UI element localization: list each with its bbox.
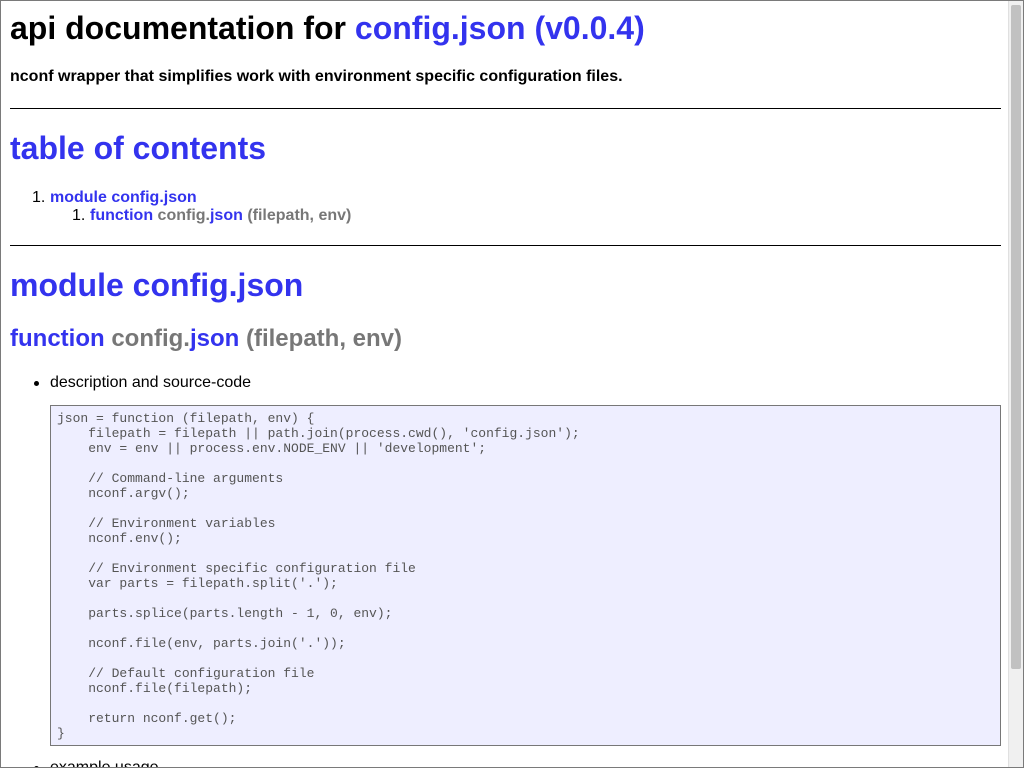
toc-heading[interactable]: table of contents bbox=[10, 130, 266, 166]
function-heading[interactable]: function config.json (filepath, env) bbox=[10, 325, 402, 353]
function-name-prefix: config. bbox=[111, 325, 190, 352]
module-heading[interactable]: module config.json bbox=[10, 267, 303, 303]
toc-function-name: json bbox=[209, 207, 243, 224]
package-description: nconf wrapper that simplifies work with … bbox=[10, 68, 623, 85]
page-title-prefix: api documentation for bbox=[10, 10, 355, 46]
divider bbox=[10, 245, 1001, 246]
example-usage-label: example usage bbox=[50, 759, 159, 768]
bullet-icon bbox=[34, 381, 39, 386]
toc-item-function[interactable]: function config.json (filepath, env) bbox=[90, 206, 351, 225]
package-version-link[interactable]: config.json (v0.0.4) bbox=[355, 10, 645, 46]
function-signature: (filepath, env) bbox=[245, 325, 402, 352]
vertical-scrollbar[interactable] bbox=[1008, 1, 1023, 767]
toc-function-signature: (filepath, env) bbox=[247, 207, 352, 224]
description-label: description and source-code bbox=[50, 374, 252, 391]
divider bbox=[10, 108, 1001, 109]
page-title: api documentation for config.json (v0.0.… bbox=[10, 10, 645, 46]
function-keyword: function bbox=[10, 325, 105, 352]
scrollbar-thumb[interactable] bbox=[1011, 5, 1021, 669]
toc-item-module[interactable]: module config.json bbox=[50, 188, 197, 207]
toc-subitem-number: 1. bbox=[72, 207, 86, 224]
browser-viewport: api documentation for config.json (v0.0.… bbox=[0, 0, 1024, 768]
toc-function-keyword: function bbox=[90, 207, 154, 224]
source-code-block: json = function (filepath, env) { filepa… bbox=[50, 405, 1001, 746]
toc-item-number: 1. bbox=[32, 189, 46, 206]
toc-function-name-prefix: config. bbox=[157, 207, 210, 224]
function-name: json bbox=[189, 325, 240, 352]
